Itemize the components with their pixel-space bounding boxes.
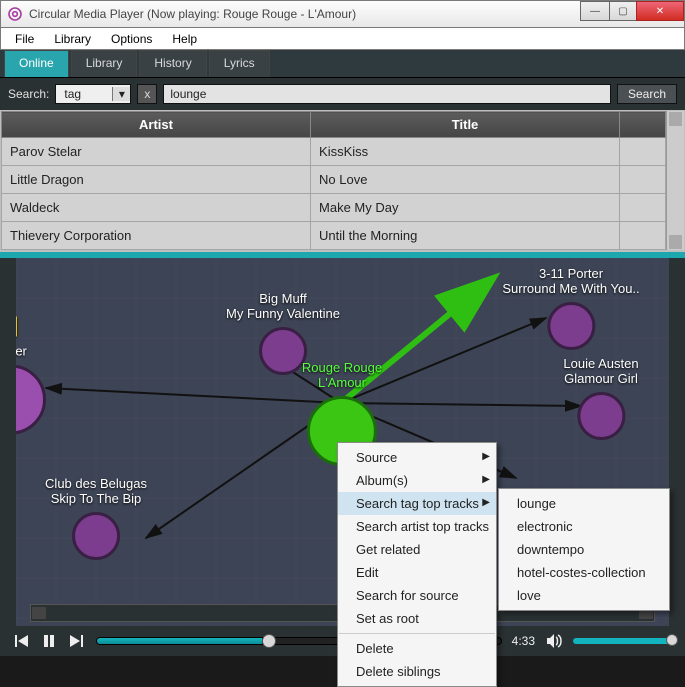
submenu-item[interactable]: lounge [499, 492, 669, 515]
tab-history[interactable]: History [139, 50, 206, 77]
submenu-arrow-icon: ▶ [482, 497, 490, 508]
pause-button[interactable] [40, 632, 58, 650]
ctx-search-source[interactable]: Search for source [338, 584, 496, 607]
search-label: Search: [8, 87, 49, 101]
app-icon [7, 6, 23, 22]
tab-lyrics[interactable]: Lyrics [209, 50, 270, 77]
ctx-search-artist[interactable]: Search artist top tracks [338, 515, 496, 538]
graph-node[interactable]: 3-11 Porter Surround Me With You.. [502, 266, 639, 350]
col-title[interactable]: Title [311, 112, 620, 138]
menu-library[interactable]: Library [44, 30, 101, 48]
table-row[interactable]: Parov StelarKissKiss [2, 138, 666, 166]
menu-help[interactable]: Help [162, 30, 207, 48]
ctx-delete[interactable]: Delete [338, 637, 496, 660]
ctx-set-root[interactable]: Set as root [338, 607, 496, 630]
volume-knob[interactable] [666, 634, 678, 646]
submenu-item[interactable]: electronic [499, 515, 669, 538]
volume-icon[interactable] [545, 632, 563, 650]
tab-library[interactable]: Library [71, 50, 138, 77]
graph-node[interactable]: Louie Austen Glamour Girl [563, 356, 638, 440]
volume-fill [573, 638, 673, 644]
search-bar: Search: tag ▾ x Search [0, 78, 685, 110]
app-menubar: File Library Options Help [0, 28, 685, 50]
submenu-arrow-icon: ▶ [482, 451, 490, 462]
col-pad [620, 112, 666, 138]
graph-node[interactable]: Club des Belugas Skip To The Bip [45, 476, 147, 560]
volume-slider[interactable] [573, 638, 673, 644]
ctx-source[interactable]: Source▶ [338, 446, 496, 469]
view-tabs: Online Library History Lyrics [0, 50, 685, 78]
clear-search-button[interactable]: x [137, 84, 157, 104]
window-minimize-button[interactable]: — [580, 1, 610, 21]
search-input[interactable] [163, 84, 611, 104]
context-menu: Source▶ Album(s)▶ Search tag top tracks▶… [337, 442, 497, 687]
tab-online[interactable]: Online [4, 50, 69, 77]
ctx-albums[interactable]: Album(s)▶ [338, 469, 496, 492]
progress-fill [97, 638, 262, 644]
chevron-down-icon: ▾ [112, 87, 130, 101]
submenu-item[interactable]: love [499, 584, 669, 607]
table-row[interactable]: Thievery CorporationUntil the Morning [2, 222, 666, 250]
progress-knob[interactable] [262, 634, 276, 648]
window-close-button[interactable]: ✕ [636, 1, 684, 21]
ctx-search-tag[interactable]: Search tag top tracks▶ [338, 492, 496, 515]
submenu-arrow-icon: ▶ [482, 474, 490, 485]
search-type-value: tag [56, 87, 112, 101]
graph-node[interactable]: d :loser [0, 312, 46, 435]
table-row[interactable]: Little DragonNo Love [2, 166, 666, 194]
table-scrollbar[interactable] [666, 111, 684, 250]
menu-file[interactable]: File [5, 30, 44, 48]
ctx-edit[interactable]: Edit [338, 561, 496, 584]
window-maximize-button[interactable]: ▢ [609, 1, 637, 21]
submenu-item[interactable]: hotel-costes-collection [499, 561, 669, 584]
search-type-dropdown[interactable]: tag ▾ [55, 84, 131, 104]
results-table-wrap: Artist Title Parov StelarKissKiss Little… [0, 110, 685, 252]
search-button[interactable]: Search [617, 84, 677, 104]
ctx-get-related[interactable]: Get related [338, 538, 496, 561]
context-submenu-tags: lounge electronic downtempo hotel-costes… [498, 488, 670, 611]
ctx-delete-siblings[interactable]: Delete siblings [338, 660, 496, 683]
window-title: Circular Media Player (Now playing: Roug… [29, 7, 356, 21]
submenu-item[interactable]: downtempo [499, 538, 669, 561]
prev-button[interactable] [12, 632, 30, 650]
window-titlebar: Circular Media Player (Now playing: Roug… [0, 0, 685, 28]
next-button[interactable] [68, 632, 86, 650]
menu-options[interactable]: Options [101, 30, 162, 48]
elapsed-time: 4:33 [512, 634, 535, 648]
results-table: Artist Title Parov StelarKissKiss Little… [1, 111, 666, 250]
table-row[interactable]: WaldeckMake My Day [2, 194, 666, 222]
col-artist[interactable]: Artist [2, 112, 311, 138]
